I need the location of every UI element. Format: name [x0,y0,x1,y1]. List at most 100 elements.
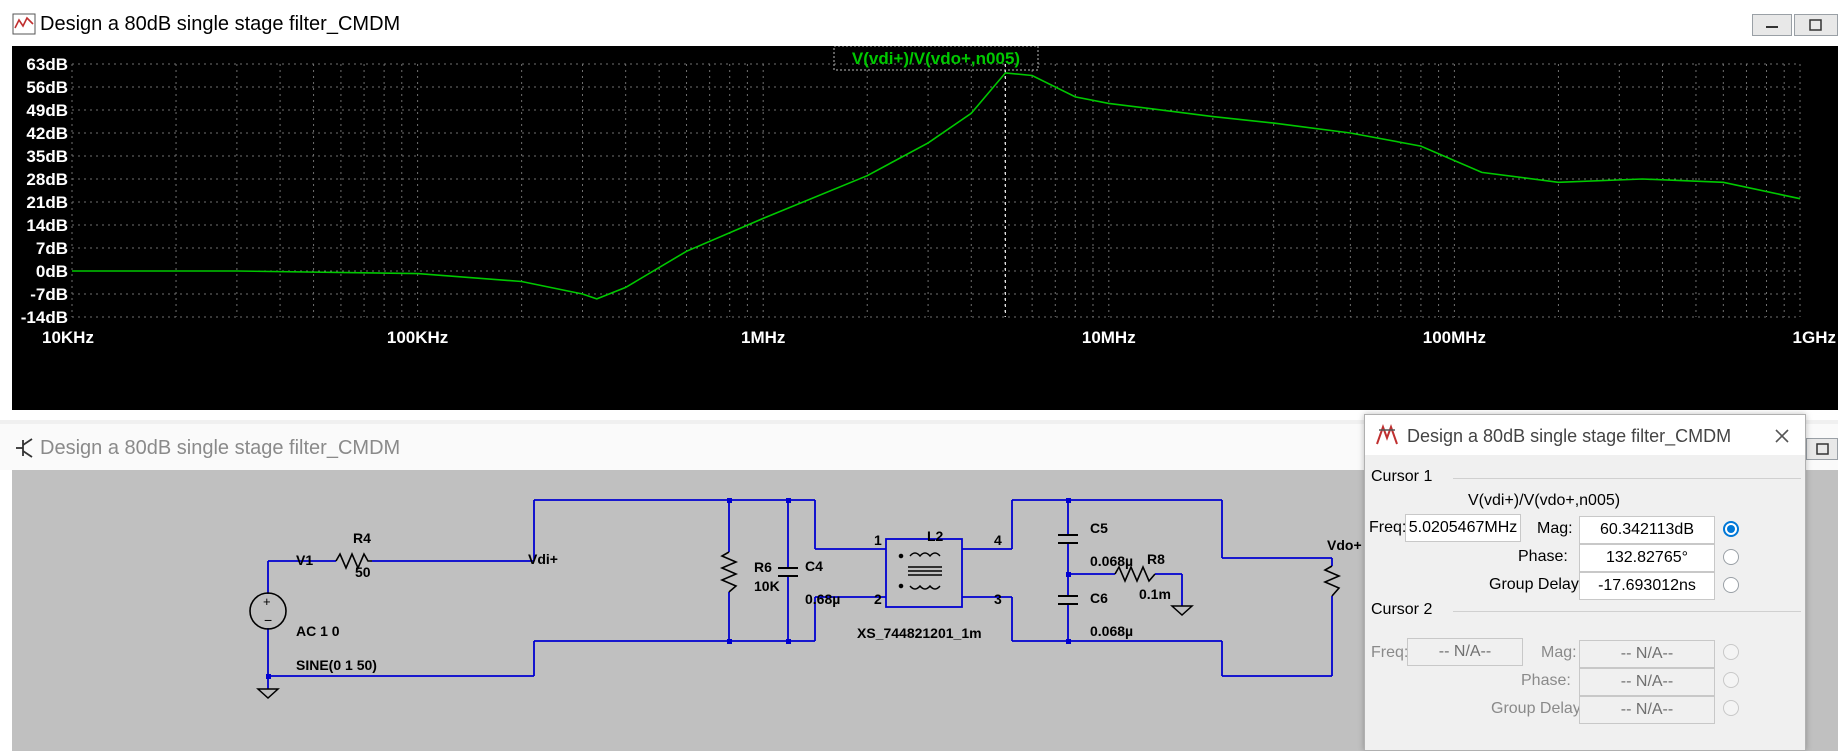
restore-icon [1809,19,1822,31]
cursor1-trace: V(vdi+)/V(vdo+,n005) [1468,492,1621,509]
c6-capacitor[interactable] [1058,595,1078,605]
c4-label: C4 [805,558,823,574]
cursor-dialog-title: Design a 80dB single stage filter_CMDM [1407,426,1732,446]
y-tick-label: 49dB [26,101,68,120]
c6-value: 0.068µ [1090,623,1133,639]
x-tick-label: 1MHz [741,328,785,347]
ground-symbol [256,688,280,700]
cursor1-mag-field[interactable]: 60.342113dB [1579,516,1715,544]
waveform-window: Design a 80dB single stage filter_CMDM 6… [0,0,1838,420]
divider [1453,478,1801,479]
waveform-icon [12,13,36,35]
schematic-window-title: Design a 80dB single stage filter_CMDM [40,437,401,459]
x-tick-label: 10KHz [42,328,94,347]
restore-icon [1816,443,1829,455]
cursor1-phase-label: Phase: [1518,548,1568,565]
cursor2-phase-field[interactable]: -- N/A-- [1579,668,1715,696]
cursor1-group-delay-field[interactable]: -17.693012ns [1579,572,1715,600]
c5-capacitor[interactable] [1058,534,1078,544]
r4-value: 50 [355,564,371,580]
svg-text:+: + [263,594,271,609]
r8-label: R8 [1147,551,1165,567]
close-icon[interactable] [1773,427,1791,445]
r-load-resistor[interactable] [1322,565,1342,597]
pin1-label: 1 [874,532,882,548]
cursor1-freq-label: Freq: [1369,519,1407,536]
c4-value: 0.68µ [805,591,840,607]
y-tick-label: -7dB [30,285,68,304]
cursor2-phase-radio[interactable] [1723,672,1739,688]
pin2-label: 2 [874,591,882,607]
ac-spec: AC 1 0 [296,623,340,639]
divider [1453,611,1801,612]
y-tick-label: -14dB [21,308,68,327]
trace-label: V(vdi+)/V(vdo+,n005) [852,49,1020,68]
waveform-window-title: Design a 80dB single stage filter_CMDM [40,13,401,35]
cursor1-mag-label: Mag: [1537,520,1573,537]
r6-value: 10K [754,578,780,594]
r8-resistor[interactable] [1114,564,1156,584]
net-vdo-label: Vdo+ [1327,537,1362,553]
bode-plot[interactable]: 63dB 56dB 49dB 42dB 35dB 28dB 21dB 14dB 7dB 0dB -7… [12,45,1838,410]
y-tick-label: 63dB [26,55,68,74]
x-tick-label: 100MHz [1423,328,1486,347]
r8-value: 0.1m [1139,586,1171,602]
cursor1-group-delay-label: Group Delay: [1489,576,1584,593]
schematic-restore-button[interactable] [1806,438,1838,460]
cursor2-phase-label: Phase: [1521,672,1571,689]
cursor2-freq-label: Freq: [1371,644,1409,661]
cursor2-freq-field[interactable]: -- N/A-- [1407,638,1523,666]
ground-symbol [1170,605,1194,617]
pin4-label: 4 [994,532,1002,548]
cursor1-freq-field[interactable]: 5.0205467MHz [1405,514,1521,542]
cursor1-phase-field[interactable]: 132.82765° [1579,544,1715,572]
cursor1-mag-radio[interactable] [1723,521,1739,537]
minimize-button[interactable] [1752,14,1792,36]
pin3-label: 3 [994,591,1002,607]
c5-label: C5 [1090,520,1108,536]
minimize-icon [1766,26,1778,28]
x-tick-label: 10MHz [1082,328,1136,347]
c5-value: 0.068µ [1090,553,1133,569]
r6-label: R6 [754,559,772,575]
c6-label: C6 [1090,590,1108,606]
xs-label: XS_744821201_1m [857,625,982,641]
cursor2-mag-radio[interactable] [1723,644,1739,660]
junction-dots [266,498,1071,679]
cursor1-phase-radio[interactable] [1723,549,1739,565]
l2-choke[interactable] [898,552,942,590]
cursor2-mag-label: Mag: [1541,644,1577,661]
r6-resistor[interactable] [719,551,739,593]
cursor2-group-delay-label: Group Delay: [1491,700,1586,717]
y-tick-label: 14dB [26,216,68,235]
net-vdi-label: Vdi+ [528,551,558,567]
cursor2-header: Cursor 2 [1371,601,1433,618]
c4-capacitor[interactable] [778,567,798,577]
l2-label: L2 [927,528,944,544]
waveform-title-bar[interactable]: Design a 80dB single stage filter_CMDM [0,0,1838,46]
v1-label: V1 [296,552,313,568]
y-tick-label: 7dB [36,239,68,258]
x-tick-label: 100KHz [387,328,448,347]
trace-line [72,72,1801,300]
y-tick-label: 28dB [26,170,68,189]
cursor1-header: Cursor 1 [1371,468,1433,485]
plot-pane[interactable]: 63dB 56dB 49dB 42dB 35dB 28dB 21dB 14dB 7dB 0dB -7… [12,45,1838,410]
cursor2-group-delay-field[interactable]: -- N/A-- [1579,696,1715,724]
r4-label: R4 [353,530,371,546]
cursor-dialog: Design a 80dB single stage filter_CMDM C… [1364,414,1806,751]
y-tick-label: 35dB [26,147,68,166]
ltspice-icon [1376,424,1398,445]
schematic-icon [16,438,33,458]
cursor-dialog-title-bar[interactable]: Design a 80dB single stage filter_CMDM [1365,415,1805,455]
cursor2-mag-field[interactable]: -- N/A-- [1579,640,1715,668]
v1-source[interactable]: + − [249,592,287,630]
cursor1-group-delay-radio[interactable] [1723,577,1739,593]
restore-button[interactable] [1794,14,1838,36]
y-tick-label: 0dB [36,262,68,281]
y-tick-label: 42dB [26,124,68,143]
x-tick-label: 1GHz [1793,328,1836,347]
cursor2-group-delay-radio[interactable] [1723,700,1739,716]
sine-spec: SINE(0 1 50) [296,657,377,673]
y-tick-label: 21dB [26,193,68,212]
